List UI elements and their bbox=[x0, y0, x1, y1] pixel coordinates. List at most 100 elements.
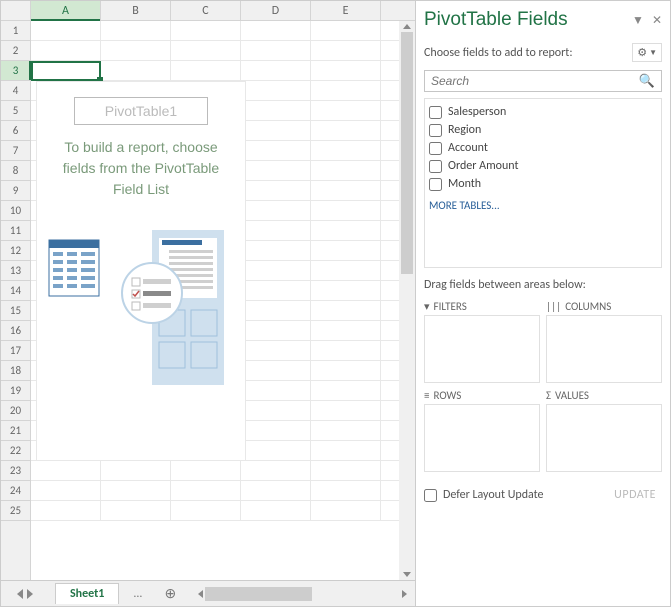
vertical-scrollbar[interactable] bbox=[399, 21, 415, 580]
cell[interactable] bbox=[241, 481, 311, 501]
field-checkbox[interactable] bbox=[429, 124, 442, 137]
horizontal-scrollbar[interactable] bbox=[198, 587, 407, 601]
field-item-month[interactable]: Month bbox=[429, 175, 657, 193]
tab-nav-prev-icon[interactable] bbox=[9, 589, 23, 599]
tab-more[interactable]: ... bbox=[123, 584, 152, 604]
cell[interactable] bbox=[241, 181, 311, 201]
cell[interactable] bbox=[311, 301, 381, 321]
field-list-settings-button[interactable]: ⚙▼ bbox=[632, 43, 662, 62]
cell[interactable] bbox=[241, 341, 311, 361]
row-header-16[interactable]: 16 bbox=[1, 321, 30, 341]
cell[interactable] bbox=[311, 501, 381, 521]
cell[interactable] bbox=[311, 241, 381, 261]
cell[interactable] bbox=[31, 41, 101, 61]
cell[interactable] bbox=[171, 41, 241, 61]
cell[interactable] bbox=[311, 121, 381, 141]
rows-dropzone[interactable] bbox=[424, 404, 540, 472]
cell[interactable] bbox=[311, 321, 381, 341]
row-header-25[interactable]: 25 bbox=[1, 501, 30, 521]
row-header-12[interactable]: 12 bbox=[1, 241, 30, 261]
cell[interactable] bbox=[101, 501, 171, 521]
field-item-salesperson[interactable]: Salesperson bbox=[429, 103, 657, 121]
cell[interactable] bbox=[311, 81, 381, 101]
cell[interactable] bbox=[241, 461, 311, 481]
columns-dropzone[interactable] bbox=[546, 315, 662, 383]
cell[interactable] bbox=[101, 481, 171, 501]
search-input[interactable] bbox=[425, 74, 633, 88]
tab-new-sheet[interactable]: ⊕ bbox=[156, 585, 184, 602]
cell[interactable] bbox=[311, 221, 381, 241]
cell[interactable] bbox=[311, 281, 381, 301]
cell[interactable] bbox=[171, 21, 241, 41]
pane-close-icon[interactable]: ✕ bbox=[652, 13, 662, 28]
scroll-left-icon[interactable] bbox=[198, 590, 203, 598]
cell[interactable] bbox=[241, 401, 311, 421]
cell[interactable] bbox=[241, 281, 311, 301]
cell[interactable] bbox=[241, 101, 311, 121]
field-checkbox[interactable] bbox=[429, 142, 442, 155]
cell[interactable] bbox=[241, 21, 311, 41]
col-header-a[interactable]: A bbox=[31, 1, 101, 20]
cell[interactable] bbox=[311, 421, 381, 441]
cell[interactable] bbox=[31, 481, 101, 501]
field-item-account[interactable]: Account bbox=[429, 139, 657, 157]
row-header-14[interactable]: 14 bbox=[1, 281, 30, 301]
cell[interactable] bbox=[241, 441, 311, 461]
row-header-23[interactable]: 23 bbox=[1, 461, 30, 481]
cell[interactable] bbox=[31, 501, 101, 521]
field-checkbox[interactable] bbox=[429, 160, 442, 173]
scroll-right-icon[interactable] bbox=[402, 590, 407, 598]
row-header-5[interactable]: 5 bbox=[1, 101, 30, 121]
cell[interactable] bbox=[241, 241, 311, 261]
cell[interactable] bbox=[241, 81, 311, 101]
row-header-4[interactable]: 4 bbox=[1, 81, 30, 101]
cell[interactable] bbox=[171, 61, 241, 81]
field-checkbox[interactable] bbox=[429, 178, 442, 191]
row-header-10[interactable]: 10 bbox=[1, 201, 30, 221]
cell[interactable] bbox=[241, 261, 311, 281]
cell[interactable] bbox=[311, 41, 381, 61]
cell[interactable] bbox=[311, 61, 381, 81]
cell[interactable] bbox=[311, 341, 381, 361]
field-checkbox[interactable] bbox=[429, 106, 442, 119]
row-header-2[interactable]: 2 bbox=[1, 41, 30, 61]
cell[interactable] bbox=[241, 61, 311, 81]
field-list[interactable]: Salesperson Region Account Order Amount … bbox=[424, 98, 662, 268]
row-header-7[interactable]: 7 bbox=[1, 141, 30, 161]
more-tables-link[interactable]: MORE TABLES... bbox=[429, 193, 657, 212]
row-header-17[interactable]: 17 bbox=[1, 341, 30, 361]
row-header-1[interactable]: 1 bbox=[1, 21, 30, 41]
field-search[interactable]: 🔍 bbox=[424, 70, 662, 92]
cell[interactable] bbox=[171, 481, 241, 501]
cell[interactable] bbox=[31, 61, 101, 81]
cell[interactable] bbox=[101, 21, 171, 41]
cell[interactable] bbox=[31, 461, 101, 481]
horizontal-scroll-thumb[interactable] bbox=[205, 587, 312, 601]
cell[interactable] bbox=[311, 261, 381, 281]
cell[interactable] bbox=[101, 461, 171, 481]
cell[interactable] bbox=[101, 41, 171, 61]
cell[interactable] bbox=[241, 41, 311, 61]
row-header-9[interactable]: 9 bbox=[1, 181, 30, 201]
row-header-21[interactable]: 21 bbox=[1, 421, 30, 441]
pivottable-placeholder[interactable]: PivotTable1 To build a report, choose fi… bbox=[36, 81, 246, 461]
row-header-24[interactable]: 24 bbox=[1, 481, 30, 501]
row-header-13[interactable]: 13 bbox=[1, 261, 30, 281]
search-icon[interactable]: 🔍 bbox=[633, 74, 661, 89]
col-header-b[interactable]: B bbox=[101, 1, 171, 20]
cell[interactable] bbox=[241, 381, 311, 401]
pane-dropdown-icon[interactable]: ▼ bbox=[632, 13, 644, 28]
row-header-18[interactable]: 18 bbox=[1, 361, 30, 381]
row-header-3[interactable]: 3 bbox=[1, 61, 30, 81]
cell[interactable] bbox=[311, 181, 381, 201]
cell[interactable] bbox=[241, 161, 311, 181]
cell[interactable] bbox=[311, 481, 381, 501]
cell[interactable] bbox=[241, 421, 311, 441]
cell[interactable] bbox=[241, 321, 311, 341]
cell[interactable] bbox=[311, 201, 381, 221]
select-all-corner[interactable] bbox=[1, 1, 31, 20]
col-header-d[interactable]: D bbox=[241, 1, 311, 20]
tab-sheet1[interactable]: Sheet1 bbox=[55, 583, 119, 604]
values-dropzone[interactable] bbox=[546, 404, 662, 472]
tab-nav-next-icon[interactable] bbox=[27, 589, 41, 599]
